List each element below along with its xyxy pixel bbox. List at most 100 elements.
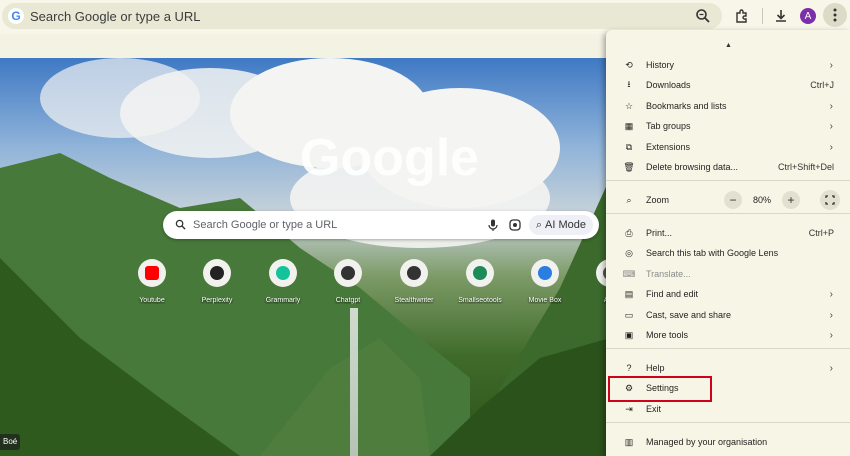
find-icon: ▤ [624, 288, 634, 299]
chevron-right-icon: › [829, 362, 833, 374]
chevron-right-icon: › [829, 141, 833, 153]
photo-credit[interactable]: Boé [0, 434, 21, 450]
menu-item-label: Managed by your organisation [646, 437, 768, 447]
menu-item-label: Bookmarks and lists [646, 101, 727, 111]
tools-icon: ▣ [624, 329, 634, 340]
mic-icon[interactable] [488, 219, 498, 231]
menu-item-translate[interactable]: ⌨ Translate... [606, 264, 850, 284]
moviebox-icon [531, 259, 559, 287]
menu-item-label: Extensions [646, 142, 691, 152]
ntp-search-placeholder: Search Google or type a URL [193, 219, 338, 231]
ai-mode-button[interactable]: ⌕ AI Mode [528, 215, 593, 235]
stealthwriter-icon [400, 259, 428, 287]
menu-item-exit[interactable]: ⇥ Exit [606, 399, 850, 419]
menu-item-history[interactable]: ⟲ History › [606, 55, 850, 75]
cloud [40, 58, 200, 138]
menu-item-label: Delete browsing data... [646, 162, 739, 172]
menu-item-label: More tools [646, 330, 689, 340]
toolbar-divider [762, 8, 763, 24]
menu-item-delete-browsing-data[interactable]: 🗑 Delete browsing data... Ctrl+Shift+Del [606, 157, 850, 177]
browser-toolbar: G Search Google or type a URL A [0, 0, 850, 34]
cast-icon: ▭ [624, 309, 634, 320]
extensions-icon: ⧉ [625, 141, 633, 152]
zoom-out-button[interactable]: − [724, 191, 742, 209]
google-logo: Google [300, 129, 480, 187]
menu-item-label: Cast, save and share [646, 310, 732, 320]
shortcut-label: Grammarly [265, 297, 301, 304]
zoom-in-button[interactable]: + [782, 191, 800, 209]
shortcut-label: Chatgpt [335, 297, 361, 304]
history-icon: ⟲ [625, 59, 633, 70]
menu-item-search-this-tab-with-google-lens[interactable]: ◎ Search this tab with Google Lens [606, 243, 850, 263]
fullscreen-icon [825, 195, 835, 205]
omnibox[interactable]: G Search Google or type a URL [2, 3, 722, 29]
smallseotools-icon [466, 259, 494, 287]
shortcut-label: Movie Box [528, 297, 562, 304]
zoom-value: 80% [752, 195, 771, 205]
chrome-menu-button[interactable] [823, 3, 847, 27]
menu-item-help[interactable]: ? Help › [606, 358, 850, 378]
tab-groups-icon: ▦ [624, 120, 634, 131]
menu-item-label: Downloads [646, 80, 691, 90]
print-icon: ⎙ [625, 227, 633, 238]
menu-item-label: Search this tab with Google Lens [646, 248, 779, 258]
menu-item-label: Print... [646, 228, 673, 238]
perplexity-icon [203, 259, 231, 287]
waterfall [350, 308, 358, 456]
menu-item-label: Find and edit [646, 289, 699, 299]
ntp-search-box[interactable]: Search Google or type a URL ⌕ AI Mode [163, 211, 599, 239]
shortcut-tile[interactable]: Perplexity [187, 259, 247, 304]
menu-item-cast-save-and-share[interactable]: ▭ Cast, save and share › [606, 305, 850, 325]
zoom-controls: −80% + [724, 191, 800, 209]
shortcut-tile[interactable]: Stealthwriter [384, 259, 444, 304]
shortcut-label: Stealthwriter [394, 297, 434, 304]
chatgpt-icon [334, 259, 362, 287]
help-icon: ? [626, 363, 632, 373]
star-icon: ☆ [624, 100, 634, 111]
zoom-magnifier-icon[interactable] [694, 7, 712, 25]
menu-item-managed-by-your-organisation[interactable]: ▥ Managed by your organisation [606, 432, 850, 452]
menu-item-print[interactable]: ⎙ Print... Ctrl+P [606, 223, 850, 243]
zoom-icon: ⌕ [626, 194, 632, 205]
lens-icon: ◎ [625, 247, 633, 258]
menu-item-extensions[interactable]: ⧉ Extensions › [606, 137, 850, 157]
menu-separator [606, 348, 850, 349]
menu-item-more-tools[interactable]: ▣ More tools › [606, 325, 850, 345]
shortcut-tile[interactable]: Chatgpt [318, 259, 378, 304]
menu-item-find-and-edit[interactable]: ▤ Find and edit › [606, 284, 850, 304]
menu-item-tab-groups[interactable]: ▦ Tab groups › [606, 116, 850, 136]
menu-item-shortcut: Ctrl+P [808, 228, 834, 238]
exit-icon: ⇥ [625, 403, 633, 414]
shortcut-tile[interactable]: Smallseotools [450, 259, 510, 304]
shortcut-tile[interactable]: Movie Box [515, 259, 575, 304]
menu-item-label: Exit [646, 404, 662, 414]
kebab-icon [833, 8, 837, 22]
fullscreen-button[interactable] [820, 190, 840, 210]
ai-mode-label: AI Mode [545, 219, 586, 231]
shortcut-tile[interactable]: Grammarly [253, 259, 313, 304]
downloads-icon[interactable] [771, 6, 791, 26]
search-icon [175, 219, 186, 230]
menu-item-zoom: ⌕ Zoom −80% + [606, 190, 850, 210]
settings-highlight-box [608, 376, 712, 402]
chevron-right-icon: › [829, 100, 833, 112]
menu-item-label: History [646, 60, 675, 70]
trash-icon: 🗑 [623, 161, 635, 172]
extensions-puzzle-icon[interactable] [732, 6, 752, 26]
menu-item-label: Tab groups [646, 121, 691, 131]
menu-item-shortcut: Ctrl+Shift+Del [777, 162, 834, 172]
menu-item-downloads[interactable]: ⭳ Downloads Ctrl+J [606, 75, 850, 95]
lens-icon[interactable] [509, 219, 521, 231]
download-icon: ⭳ [627, 79, 631, 89]
youtube-icon [138, 259, 166, 287]
omnibox-placeholder: Search Google or type a URL [30, 9, 201, 24]
profile-avatar[interactable]: A [800, 8, 816, 24]
menu-item-bookmarks-and-lists[interactable]: ☆ Bookmarks and lists › [606, 96, 850, 116]
menu-separator [606, 213, 850, 214]
ai-mode-icon: ⌕ [535, 218, 543, 231]
menu-item-label: Zoom [646, 195, 670, 205]
shortcut-label: Smallseotools [458, 297, 502, 304]
chevron-right-icon: › [829, 309, 833, 321]
menu-separator [606, 180, 850, 181]
shortcut-tile[interactable]: Youtube [122, 259, 182, 304]
